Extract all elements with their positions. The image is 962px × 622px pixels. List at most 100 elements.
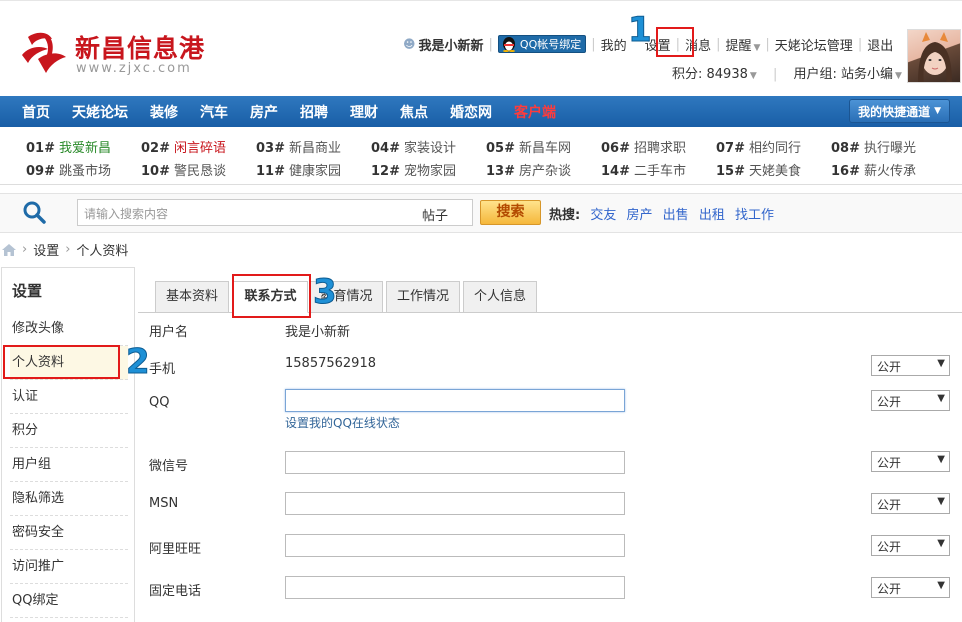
forum-link[interactable]: 11# 健康家园: [256, 160, 341, 179]
nav-item-forum[interactable]: 天姥论坛: [61, 102, 139, 122]
hot-search-link[interactable]: 房产: [627, 208, 653, 223]
wechat-input[interactable]: [285, 451, 625, 474]
logo-url: www.zjxc.com: [76, 61, 192, 76]
chevron-down-icon: ▼: [749, 71, 757, 81]
nav-item-home[interactable]: 首页: [11, 102, 61, 122]
hot-search-link[interactable]: 出售: [663, 208, 689, 223]
chevron-down-icon: ▼: [937, 393, 945, 404]
sidebar-title: 设置: [12, 282, 43, 300]
forum-link[interactable]: 08# 执行曝光: [831, 137, 916, 156]
my-link[interactable]: 我的: [601, 35, 627, 54]
nav-item-decoration[interactable]: 装修: [139, 102, 189, 122]
logout-link[interactable]: 退出: [867, 35, 893, 54]
forum-link[interactable]: 02# 闲言碎语: [141, 137, 226, 156]
wechat-label: 微信号: [149, 459, 189, 474]
tel-privacy-select[interactable]: 公开 ▼: [871, 577, 950, 598]
qq-label: QQ: [149, 395, 170, 410]
nav-item-auto[interactable]: 汽车: [189, 102, 239, 122]
breadcrumb: › 设置 › 个人资料: [2, 240, 128, 259]
logo-icon[interactable]: [18, 29, 70, 77]
sidebar-item-verify[interactable]: 认证: [10, 380, 128, 414]
search-input[interactable]: 请输入搜索内容: [77, 199, 413, 226]
reminders-link[interactable]: 提醒 ▼: [725, 35, 760, 54]
usergroup-link[interactable]: 用户组: 站务小编 ▼: [793, 67, 901, 82]
qq-bind-button[interactable]: QQ帐号绑定: [497, 35, 587, 53]
wangwang-label: 阿里旺旺: [149, 542, 202, 557]
forum-link[interactable]: 07# 相约同行: [716, 137, 801, 156]
sidebar-item-password[interactable]: 密码安全: [10, 516, 128, 550]
chevron-down-icon: ▼: [937, 454, 945, 465]
wangwang-input[interactable]: [285, 534, 625, 557]
msn-label: MSN: [149, 496, 179, 511]
forum-admin-link[interactable]: 天姥论坛管理: [775, 35, 853, 54]
qq-input[interactable]: [285, 389, 625, 412]
nav-item-client[interactable]: 客户端: [503, 102, 567, 122]
wangwang-privacy-select[interactable]: 公开 ▼: [871, 535, 950, 556]
forum-link[interactable]: 14# 二手车市: [601, 160, 686, 179]
forum-grid: 01# 我爱新昌 02# 闲言碎语 03# 新昌商业 04# 家装设计 05# 新昌车网 06# 招聘…: [0, 127, 962, 185]
forum-link[interactable]: 05# 新昌车网: [486, 137, 571, 156]
user-stats: 积分: 84938 ▼ | 用户组: 站务小编 ▼: [672, 67, 902, 82]
forum-link[interactable]: 15# 天姥美食: [716, 160, 801, 179]
tel-input[interactable]: [285, 576, 625, 599]
chevron-down-icon: ▼: [934, 106, 941, 116]
sidebar-item-privacy[interactable]: 隐私筛选: [10, 482, 128, 516]
breadcrumb-settings[interactable]: 设置: [33, 240, 59, 259]
forum-link[interactable]: 03# 新昌商业: [256, 137, 341, 156]
phone-privacy-select[interactable]: 公开 ▼: [871, 355, 950, 376]
nav-item-finance[interactable]: 理财: [339, 102, 389, 122]
avatar[interactable]: [907, 29, 961, 83]
forum-link[interactable]: 10# 警民恳谈: [141, 160, 226, 179]
msn-privacy-select[interactable]: 公开 ▼: [871, 493, 950, 514]
tel-label: 固定电话: [149, 584, 202, 599]
quick-access-button[interactable]: 我的快捷通道 ▼: [849, 99, 950, 123]
hot-search-link[interactable]: 交友: [590, 208, 616, 223]
site-header: 新昌信息港 www.zjxc.com ☻ 我是小新新 | QQ帐号绑定 | 我的…: [0, 0, 962, 96]
qq-privacy-select[interactable]: 公开 ▼: [871, 390, 950, 411]
sidebar-item-promotion[interactable]: 访问推广: [10, 550, 128, 584]
forum-link[interactable]: 16# 薪火传承: [831, 160, 916, 179]
tab-work[interactable]: 工作情况: [386, 281, 460, 313]
tab-personal[interactable]: 个人信息: [463, 281, 537, 313]
msn-input[interactable]: [285, 492, 625, 515]
annotation-highlight-settings: [656, 27, 694, 57]
forum-link[interactable]: 09# 跳蚤市场: [26, 160, 111, 179]
sidebar-item-avatar[interactable]: 修改头像: [10, 312, 128, 346]
hot-search-link[interactable]: 出租: [699, 208, 725, 223]
wechat-privacy-select[interactable]: 公开 ▼: [871, 451, 950, 472]
chevron-down-icon: ▼: [937, 538, 945, 549]
hot-searches: 热搜: 交友 房产 出售 出租 找工作: [549, 208, 774, 223]
phone-label: 手机: [149, 362, 176, 377]
username-link[interactable]: 我是小新新: [419, 35, 484, 54]
forum-link[interactable]: 04# 家装设计: [371, 137, 456, 156]
tab-basic[interactable]: 基本资料: [155, 281, 229, 313]
search-icon: [23, 201, 46, 224]
phone-value: 15857562918: [285, 356, 376, 371]
chevron-down-icon: ▼: [894, 71, 902, 81]
nav-item-dating[interactable]: 婚恋网: [439, 102, 503, 122]
annotation-step-3: 3: [313, 272, 338, 313]
points-link[interactable]: 积分: 84938 ▼: [672, 67, 757, 82]
forum-link[interactable]: 06# 招聘求职: [601, 137, 686, 156]
logo-text[interactable]: 新昌信息港: [75, 29, 205, 65]
forum-link[interactable]: 13# 房产杂谈: [486, 160, 571, 179]
qq-status-link[interactable]: 设置我的QQ在线状态: [285, 414, 400, 431]
annotation-step-1: 1: [628, 10, 653, 51]
main-nav: 首页 天姥论坛 装修 汽车 房产 招聘 理财 焦点 婚恋网 客户端: [0, 96, 962, 127]
home-icon[interactable]: [2, 243, 16, 256]
sidebar-item-qq[interactable]: QQ绑定: [10, 584, 128, 618]
sidebar-item-points[interactable]: 积分: [10, 414, 128, 448]
hot-search-link[interactable]: 找工作: [735, 208, 774, 223]
chevron-right-icon: ›: [65, 242, 71, 257]
search-button[interactable]: 搜索: [480, 200, 541, 225]
chevron-down-icon: ▼: [937, 580, 945, 591]
search-type-select[interactable]: 帖子: [412, 199, 473, 226]
nav-item-focus[interactable]: 焦点: [389, 102, 439, 122]
qq-penguin-icon: [502, 37, 515, 52]
forum-link[interactable]: 12# 宠物家园: [371, 160, 456, 179]
nav-item-realestate[interactable]: 房产: [239, 102, 289, 122]
breadcrumb-current: 个人资料: [76, 244, 129, 259]
forum-link[interactable]: 01# 我爱新昌: [26, 137, 111, 156]
nav-item-jobs[interactable]: 招聘: [289, 102, 339, 122]
sidebar-item-usergroup[interactable]: 用户组: [10, 448, 128, 482]
